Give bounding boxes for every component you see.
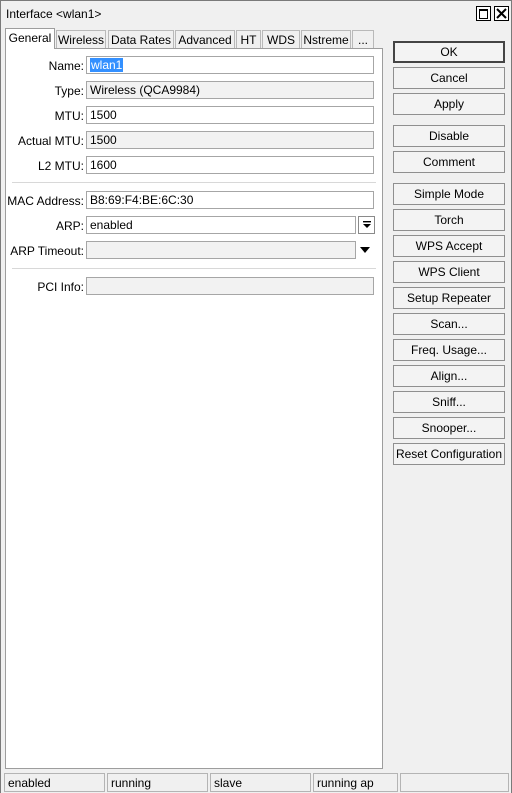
arp-timeout-label: ARP Timeout:	[10, 244, 84, 258]
name-label: Name:	[48, 59, 84, 73]
l2-mtu-row: L2 MTU: 1600	[6, 156, 382, 176]
wps-client-button[interactable]: WPS Client	[393, 261, 505, 283]
status-empty	[400, 773, 509, 792]
pci-info-field	[86, 277, 374, 295]
interface-dialog: Interface <wlan1> General Wireless Data …	[0, 0, 512, 793]
l2-mtu-field[interactable]: 1600	[86, 156, 374, 174]
actual-mtu-field: 1500	[86, 131, 374, 149]
status-running-ap: running ap	[313, 773, 398, 792]
expand-arrow-icon[interactable]	[359, 246, 371, 254]
name-value: wlan1	[90, 58, 124, 72]
actual-mtu-row: Actual MTU: 1500	[6, 131, 382, 151]
type-row: Type: Wireless (QCA9984)	[6, 81, 382, 101]
arp-select[interactable]: enabled	[86, 216, 356, 234]
maximize-icon[interactable]	[476, 6, 491, 21]
pci-info-label: PCI Info:	[37, 280, 84, 294]
tab-wireless[interactable]: Wireless	[56, 30, 106, 49]
mtu-row: MTU: 1500	[6, 106, 382, 126]
simple-mode-button[interactable]: Simple Mode	[393, 183, 505, 205]
scan-button[interactable]: Scan...	[393, 313, 505, 335]
setup-repeater-button[interactable]: Setup Repeater	[393, 287, 505, 309]
tab-data-rates[interactable]: Data Rates	[108, 30, 174, 49]
close-icon[interactable]	[494, 6, 509, 21]
separator	[12, 268, 376, 269]
mac-address-label: MAC Address:	[7, 194, 84, 208]
align-button[interactable]: Align...	[393, 365, 505, 387]
torch-button[interactable]: Torch	[393, 209, 505, 231]
tab-wds[interactable]: WDS	[262, 30, 300, 49]
mtu-label: MTU:	[54, 109, 84, 123]
tab-general[interactable]: General	[5, 28, 55, 49]
reset-configuration-button[interactable]: Reset Configuration	[393, 443, 505, 465]
name-row: Name: wlan1	[6, 56, 382, 76]
comment-button[interactable]: Comment	[393, 151, 505, 173]
status-bar: enabled running slave running ap	[1, 772, 511, 793]
mac-address-field[interactable]: B8:69:F4:BE:6C:30	[86, 191, 374, 209]
tab-ht[interactable]: HT	[236, 30, 261, 49]
arp-label: ARP:	[55, 219, 84, 233]
arp-dropdown-button[interactable]	[358, 216, 375, 234]
disable-button[interactable]: Disable	[393, 125, 505, 147]
general-panel: Name: wlan1 Type: Wireless (QCA9984) MTU…	[5, 48, 383, 769]
separator	[12, 182, 376, 183]
tab-nstreme[interactable]: Nstreme	[301, 30, 351, 49]
freq-usage-button[interactable]: Freq. Usage...	[393, 339, 505, 361]
ok-button[interactable]: OK	[393, 41, 505, 63]
arp-timeout-field[interactable]	[86, 241, 356, 259]
cancel-button[interactable]: Cancel	[393, 67, 505, 89]
arp-timeout-row: ARP Timeout:	[6, 241, 382, 261]
sniff-button[interactable]: Sniff...	[393, 391, 505, 413]
snooper-button[interactable]: Snooper...	[393, 417, 505, 439]
name-field[interactable]: wlan1	[86, 56, 374, 74]
arp-row: ARP: enabled	[6, 216, 382, 236]
apply-button[interactable]: Apply	[393, 93, 505, 115]
window-title: Interface <wlan1>	[6, 7, 102, 21]
pci-info-row: PCI Info:	[6, 277, 382, 297]
tab-advanced[interactable]: Advanced	[175, 30, 235, 49]
type-label: Type:	[54, 84, 84, 98]
status-running: running	[107, 773, 208, 792]
title-bar[interactable]: Interface <wlan1>	[1, 1, 511, 27]
type-field: Wireless (QCA9984)	[86, 81, 374, 99]
status-enabled: enabled	[4, 773, 105, 792]
mac-address-row: MAC Address: B8:69:F4:BE:6C:30	[6, 191, 382, 211]
mtu-field[interactable]: 1500	[86, 106, 374, 124]
chevron-down-icon	[363, 221, 371, 228]
tab-more[interactable]: ...	[352, 30, 374, 49]
wps-accept-button[interactable]: WPS Accept	[393, 235, 505, 257]
l2-mtu-label: L2 MTU:	[37, 159, 84, 173]
tab-bar: General Wireless Data Rates Advanced HT …	[5, 28, 381, 49]
status-slave: slave	[210, 773, 311, 792]
actual-mtu-label: Actual MTU:	[17, 134, 84, 148]
